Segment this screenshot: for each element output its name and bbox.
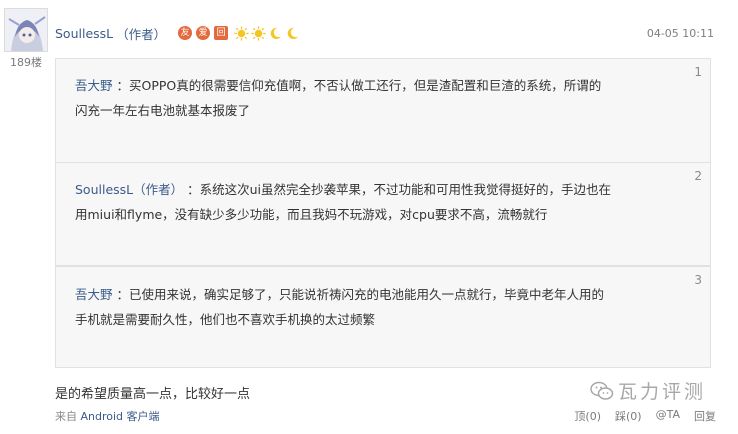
post-content: 是的希望质量高一点，比较好一点	[55, 387, 251, 402]
downvote-button[interactable]: 踩(0)	[615, 408, 642, 424]
reply-separator: ：	[183, 182, 200, 197]
quoted-reply: 3 吾大野 ：已使用来说，确实足够了，只能说祈祷闪充的电池能用久一点就行，毕竟中…	[55, 266, 711, 368]
reply-line: 用miui和flyme，没有缺少多少功能，而且我妈不玩游戏，对cpu要求不高，流…	[75, 207, 548, 222]
reply-text: 吾大野 ：买OPPO真的很需要信仰充值啊，不否认做工还行，但是渣配置和巨渣的系统…	[75, 73, 680, 123]
moon-level-icon	[270, 27, 282, 39]
post-source: 来自 Android 客户端	[55, 408, 160, 424]
reply-line: 买OPPO真的很需要信仰充值啊，不否认做工还行，但是渣配置和巨渣的系统，所谓的	[129, 78, 602, 93]
reply-separator: ：	[112, 287, 129, 302]
source-client-link[interactable]: Android 客户端	[81, 410, 160, 423]
reply-index: 1	[694, 65, 702, 79]
quoted-reply: 2 SoullessL（作者） ：系统这次ui虽然完全抄袭苹果，不过功能和可用性…	[55, 162, 711, 266]
reply-line: 手机就是需要耐久性，他们也不喜欢手机换的太过频繁	[75, 312, 376, 327]
reply-user-link[interactable]: 吾大野	[75, 78, 113, 93]
upvote-button[interactable]: 顶(0)	[574, 408, 601, 424]
reply-separator: ：	[112, 78, 129, 93]
reply-button[interactable]: 回复	[694, 408, 716, 424]
mention-button[interactable]: @TA	[656, 408, 680, 424]
reply-line: 系统这次ui虽然完全抄袭苹果，不过功能和可用性我觉得挺好的，手边也在	[199, 182, 612, 197]
post-header: SoullessL （作者） 友 爱 回	[55, 24, 302, 42]
reply-badge: 回	[214, 26, 229, 40]
post-actions: 顶(0) 踩(0) @TA 回复	[560, 408, 716, 424]
author-name[interactable]: SoullessL	[55, 26, 113, 41]
moon-level-icon	[287, 27, 299, 39]
reply-index: 3	[694, 273, 702, 287]
post-date: 04-05 10:11	[646, 27, 714, 40]
reply-user-link[interactable]: SoullessL（作者）	[75, 182, 183, 197]
reply-line: 闪充一年左右电池就基本报废了	[75, 103, 251, 118]
reply-user-link[interactable]: 吾大野	[75, 287, 113, 302]
reply-text: SoullessL（作者） ：系统这次ui虽然完全抄袭苹果，不过功能和可用性我觉…	[75, 177, 680, 227]
author-tag: （作者）	[116, 26, 167, 42]
friend-badge: 友	[178, 26, 193, 40]
floor-number: 189楼	[10, 56, 42, 69]
reply-index: 2	[694, 169, 702, 183]
sun-level-icon	[234, 25, 249, 41]
quoted-reply: 1 吾大野 ：买OPPO真的很需要信仰充值啊，不否认做工还行，但是渣配置和巨渣的…	[55, 58, 711, 163]
reply-line: 已使用来说，确实足够了，只能说祈祷闪充的电池能用久一点就行，毕竟中老年人用的	[129, 287, 605, 302]
wechat-icon	[590, 381, 614, 400]
sun-level-icon	[251, 25, 266, 41]
watermark-text: 瓦力评测	[618, 381, 707, 403]
reply-text: 吾大野 ：已使用来说，确实足够了，只能说祈祷闪充的电池能用久一点就行，毕竟中老年…	[75, 282, 680, 332]
watermark: 瓦力评测	[590, 377, 706, 404]
badge-group: 友 爱 回	[178, 25, 302, 41]
love-badge: 爱	[196, 26, 211, 40]
source-prefix: 来自	[55, 410, 81, 423]
avatar[interactable]	[4, 8, 48, 52]
